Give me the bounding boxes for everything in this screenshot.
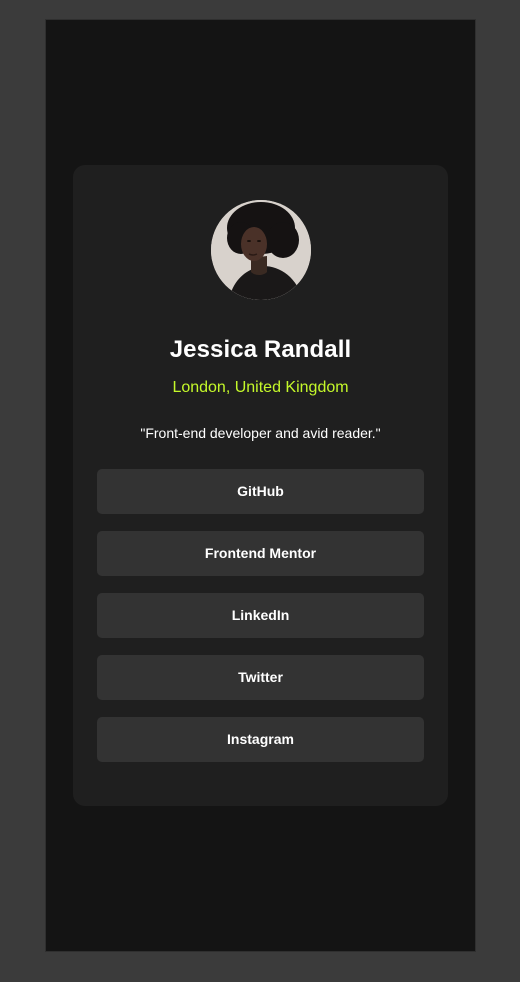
github-link-button[interactable]: GitHub — [97, 469, 424, 514]
instagram-link-button[interactable]: Instagram — [97, 717, 424, 762]
frontend-mentor-link-button[interactable]: Frontend Mentor — [97, 531, 424, 576]
profile-name: Jessica Randall — [169, 336, 352, 363]
profile-location: London, United Kingdom — [172, 379, 349, 396]
preview-frame: Jessica Randall London, United Kingdom "… — [45, 19, 476, 952]
linkedin-link-button[interactable]: LinkedIn — [97, 593, 424, 638]
avatar — [211, 200, 311, 300]
profile-bio: "Front-end developer and avid reader." — [140, 425, 381, 441]
twitter-link-button[interactable]: Twitter — [97, 655, 424, 700]
profile-card: Jessica Randall London, United Kingdom "… — [73, 165, 448, 806]
social-links-list: GitHub Frontend Mentor LinkedIn Twitter … — [97, 469, 424, 762]
portrait-icon — [211, 200, 311, 300]
